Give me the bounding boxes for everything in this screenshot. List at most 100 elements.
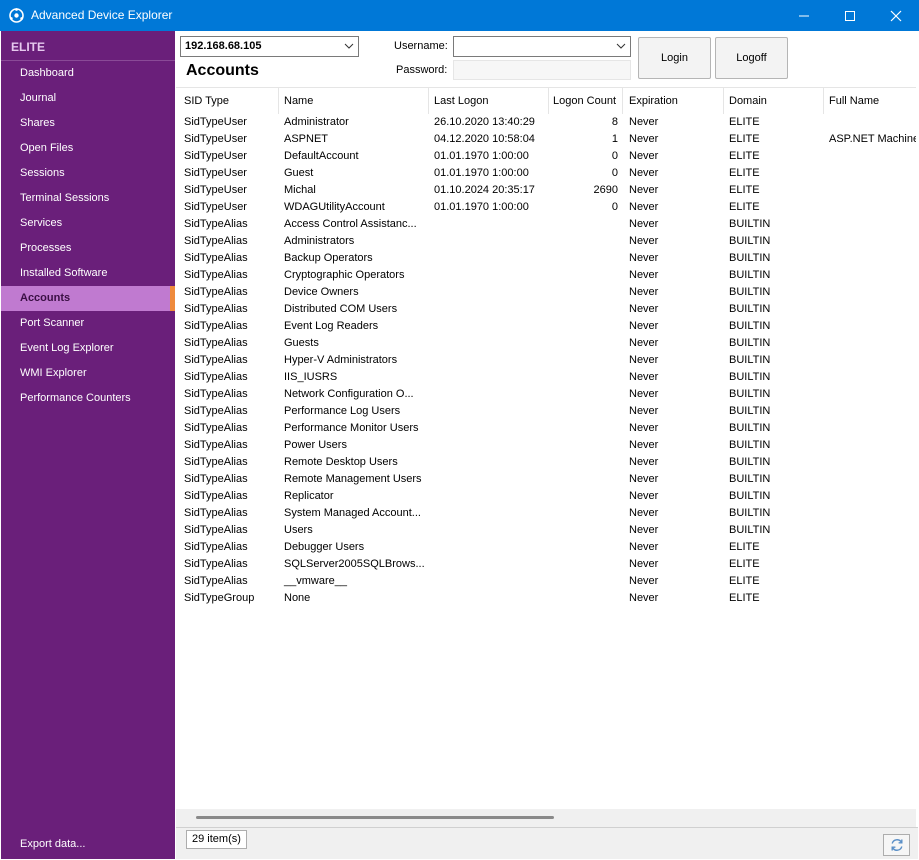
- cell-expiration: Never: [629, 575, 659, 587]
- sidebar-item-accounts[interactable]: Accounts: [1, 286, 175, 311]
- table-row[interactable]: SidTypeAlias Debugger Users Never ELITE: [176, 539, 916, 556]
- sidebar-item-wmi-explorer[interactable]: WMI Explorer: [1, 361, 175, 386]
- cell-name: __vmware__: [284, 575, 347, 587]
- table-row[interactable]: SidTypeAlias Remote Desktop Users Never BUI…: [176, 454, 916, 471]
- table-row[interactable]: SidTypeAlias Performance Log Users Never BU…: [176, 403, 916, 420]
- table-row[interactable]: SidTypeUser WDAGUtilityAccount 01.01.1970 …: [176, 199, 916, 216]
- cell-logon-count: [548, 539, 623, 556]
- cell-last-logon: [429, 454, 549, 471]
- cell-logon-count: [548, 301, 623, 318]
- table-row[interactable]: SidTypeAlias Administrators Never BUILTIN: [176, 233, 916, 250]
- refresh-button[interactable]: [883, 834, 910, 856]
- column-header-domain[interactable]: Domain: [724, 88, 824, 114]
- table-row[interactable]: SidTypeAlias IIS_IUSRS Never BUILTIN: [176, 369, 916, 386]
- table-row[interactable]: SidTypeAlias SQLServer2005SQLBrows... Neve…: [176, 556, 916, 573]
- logoff-button[interactable]: Logoff: [715, 37, 788, 79]
- cell-name: Remote Desktop Users: [284, 456, 398, 468]
- table-row[interactable]: SidTypeAlias Users Never BUILTIN: [176, 522, 916, 539]
- page-title: Accounts: [186, 62, 259, 79]
- cell-sid-type: SidTypeUser: [184, 167, 247, 179]
- cell-full-name: [824, 216, 916, 233]
- cell-domain: BUILTIN: [729, 337, 771, 349]
- cell-domain: BUILTIN: [729, 371, 771, 383]
- cell-domain: ELITE: [729, 541, 760, 553]
- cell-name: Cryptographic Operators: [284, 269, 405, 281]
- password-field[interactable]: [453, 60, 631, 80]
- host-select[interactable]: 192.168.68.105: [180, 36, 359, 57]
- cell-expiration: Never: [629, 133, 659, 145]
- horizontal-scrollbar-thumb[interactable]: [196, 816, 554, 819]
- table-row[interactable]: SidTypeAlias Hyper-V Administrators Never B…: [176, 352, 916, 369]
- table-row[interactable]: SidTypeAlias Device Owners Never BUILTIN: [176, 284, 916, 301]
- cell-last-logon: [429, 471, 549, 488]
- table-row[interactable]: SidTypeAlias Performance Monitor Users Nev…: [176, 420, 916, 437]
- cell-logon-count: 2690: [593, 184, 618, 196]
- table-row[interactable]: SidTypeAlias Guests Never BUILTIN: [176, 335, 916, 352]
- column-header-sid-type[interactable]: SID Type: [179, 88, 279, 114]
- table-row[interactable]: SidTypeUser Michal 01.10.2024 20:35:17 2690…: [176, 182, 916, 199]
- sidebar-item-terminal-sessions[interactable]: Terminal Sessions: [1, 186, 175, 211]
- column-header-full-name[interactable]: Full Name: [824, 88, 916, 114]
- horizontal-scrollbar[interactable]: [176, 809, 916, 827]
- cell-sid-type: SidTypeAlias: [184, 371, 248, 383]
- column-header-name[interactable]: Name: [279, 88, 429, 114]
- column-header-last-logon[interactable]: Last Logon: [429, 88, 549, 114]
- cell-sid-type: SidTypeUser: [184, 150, 247, 162]
- cell-full-name: [824, 386, 916, 403]
- cell-full-name: [824, 539, 916, 556]
- sidebar-item-sessions[interactable]: Sessions: [1, 161, 175, 186]
- cell-logon-count: [548, 454, 623, 471]
- table-row[interactable]: SidTypeAlias Replicator Never BUILTIN: [176, 488, 916, 505]
- login-button[interactable]: Login: [638, 37, 711, 79]
- table-row[interactable]: SidTypeUser Administrator 26.10.2020 13:40…: [176, 114, 916, 131]
- cell-expiration: Never: [629, 507, 659, 519]
- column-header-expiration[interactable]: Expiration: [624, 88, 724, 114]
- sidebar-item-services[interactable]: Services: [1, 211, 175, 236]
- cell-expiration: Never: [629, 371, 659, 383]
- username-select[interactable]: [453, 36, 631, 57]
- table-row[interactable]: SidTypeAlias Backup Operators Never BUILTIN: [176, 250, 916, 267]
- cell-full-name: [824, 250, 916, 267]
- table-row[interactable]: SidTypeUser ASPNET 04.12.2020 10:58:04 1 Nev…: [176, 131, 916, 148]
- export-data-link[interactable]: Export data...: [20, 838, 85, 850]
- cell-expiration: Never: [629, 320, 659, 332]
- sidebar-item-dashboard[interactable]: Dashboard: [1, 61, 175, 86]
- cell-last-logon: 01.10.2024 20:35:17: [434, 184, 535, 196]
- sidebar-item-port-scanner[interactable]: Port Scanner: [1, 311, 175, 336]
- table-row[interactable]: SidTypeAlias Access Control Assistanc... N…: [176, 216, 916, 233]
- cell-name: Guests: [284, 337, 319, 349]
- cell-name: Administrator: [284, 116, 349, 128]
- cell-expiration: Never: [629, 439, 659, 451]
- cell-domain: BUILTIN: [729, 473, 771, 485]
- table-row[interactable]: SidTypeUser DefaultAccount 01.01.1970 1:00…: [176, 148, 916, 165]
- sidebar-item-installed-software[interactable]: Installed Software: [1, 261, 175, 286]
- minimize-button[interactable]: [781, 0, 827, 31]
- cell-domain: ELITE: [729, 592, 760, 604]
- table-row[interactable]: SidTypeAlias Power Users Never BUILTIN: [176, 437, 916, 454]
- table-row[interactable]: SidTypeAlias Distributed COM Users Never BU…: [176, 301, 916, 318]
- table-row[interactable]: SidTypeAlias Cryptographic Operators Never…: [176, 267, 916, 284]
- table-row[interactable]: SidTypeAlias Event Log Readers Never BUILTI…: [176, 318, 916, 335]
- cell-sid-type: SidTypeAlias: [184, 388, 248, 400]
- maximize-button[interactable]: [827, 0, 873, 31]
- sidebar-item-open-files[interactable]: Open Files: [1, 136, 175, 161]
- cell-expiration: Never: [629, 303, 659, 315]
- sidebar-item-performance-counters[interactable]: Performance Counters: [1, 386, 175, 411]
- sidebar-item-processes[interactable]: Processes: [1, 236, 175, 261]
- window-title: Advanced Device Explorer: [31, 8, 173, 22]
- table-row[interactable]: SidTypeGroup None Never ELITE: [176, 590, 916, 607]
- cell-name: SQLServer2005SQLBrows...: [284, 558, 425, 570]
- table-row[interactable]: SidTypeAlias Network Configuration O... Ne…: [176, 386, 916, 403]
- table-row[interactable]: SidTypeAlias __vmware__ Never ELITE: [176, 573, 916, 590]
- table-row[interactable]: SidTypeAlias System Managed Account... Nev…: [176, 505, 916, 522]
- cell-last-logon: [429, 335, 549, 352]
- cell-full-name: [824, 114, 916, 131]
- table-row[interactable]: SidTypeUser Guest 01.01.1970 1:00:00 0 Never…: [176, 165, 916, 182]
- cell-sid-type: SidTypeAlias: [184, 507, 248, 519]
- sidebar-item-event-log-explorer[interactable]: Event Log Explorer: [1, 336, 175, 361]
- sidebar-item-journal[interactable]: Journal: [1, 86, 175, 111]
- column-header-logon-count[interactable]: Logon Count: [548, 88, 623, 114]
- table-row[interactable]: SidTypeAlias Remote Management Users Never…: [176, 471, 916, 488]
- close-button[interactable]: [873, 0, 919, 31]
- sidebar-item-shares[interactable]: Shares: [1, 111, 175, 136]
